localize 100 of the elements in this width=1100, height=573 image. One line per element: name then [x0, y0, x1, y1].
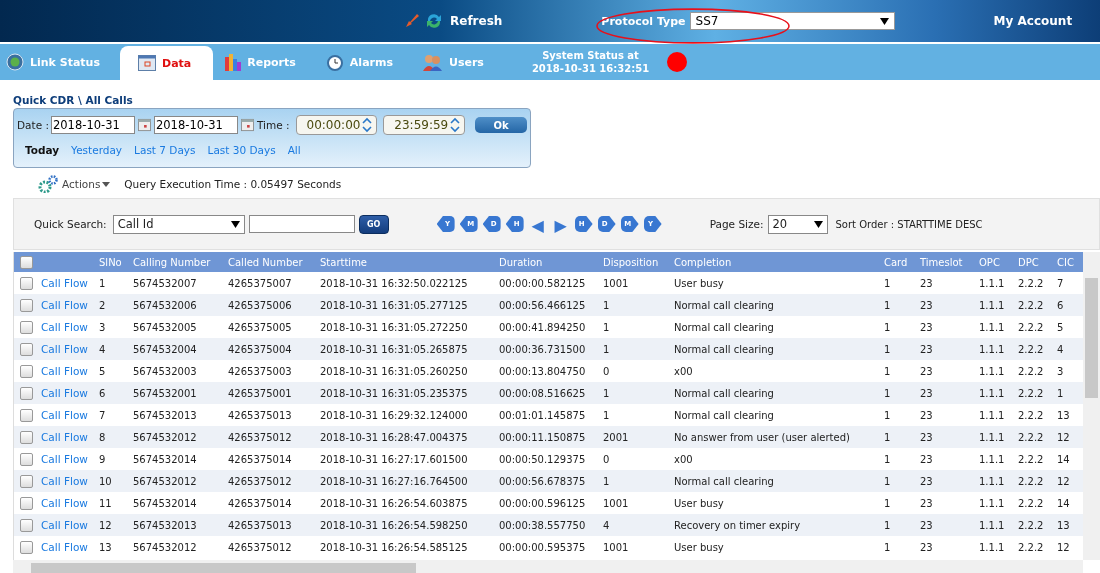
- search-field-dropdown[interactable]: Call Id: [112, 214, 245, 234]
- checkbox[interactable]: [20, 386, 33, 400]
- refresh-link[interactable]: Refresh: [450, 14, 503, 28]
- table-cell-text: 00:00:38.557750: [498, 519, 587, 531]
- column-header[interactable]: Starttime: [317, 256, 496, 268]
- table-cell-text: 2018-10-31 16:27:16.764500: [319, 475, 469, 487]
- column-header[interactable]: Card: [881, 256, 917, 268]
- checkbox[interactable]: [20, 408, 33, 422]
- checkbox[interactable]: [20, 342, 33, 356]
- checkbox[interactable]: [20, 474, 33, 488]
- table-cell-text: 1: [883, 453, 892, 465]
- call-flow-link[interactable]: Call Flow: [38, 387, 96, 399]
- pager-button[interactable]: ▶: [551, 216, 570, 232]
- caret-icon: [102, 181, 111, 187]
- table-cell-text: 23: [919, 343, 934, 355]
- checkbox[interactable]: [20, 298, 33, 312]
- table-cell-text: 6: [98, 387, 107, 399]
- column-header[interactable]: CIC: [1054, 256, 1082, 268]
- checkbox[interactable]: [20, 320, 33, 334]
- my-account-link[interactable]: My Account: [993, 14, 1073, 28]
- date-field[interactable]: 2018-10-31: [153, 116, 238, 134]
- table-cell-text: 1: [602, 475, 611, 487]
- column-header[interactable]: Calling Number: [130, 256, 225, 268]
- horizontal-scrollbar[interactable]: [13, 560, 1083, 573]
- call-flow-link[interactable]: Call Flow: [38, 475, 96, 487]
- checkbox[interactable]: [20, 364, 33, 378]
- call-flow-link[interactable]: Call Flow: [38, 299, 96, 311]
- table-cell-text: 1: [602, 343, 611, 355]
- calendar-icon[interactable]: [138, 118, 151, 132]
- nav-tab[interactable]: Users: [421, 46, 498, 78]
- protocol-dropdown[interactable]: SS7: [689, 12, 895, 30]
- table-cell-text: Recovery on timer expiry: [673, 519, 802, 531]
- date-field[interactable]: 2018-10-31: [51, 116, 135, 134]
- table-cell-text: 1: [883, 497, 892, 509]
- time-field[interactable]: 00:00:00: [295, 115, 378, 135]
- table-cell-text: 2.2.2: [1017, 497, 1045, 509]
- call-flow-link[interactable]: Call Flow: [38, 277, 96, 289]
- column-header[interactable]: SlNo: [96, 256, 130, 268]
- checkbox[interactable]: [20, 540, 33, 554]
- spinner-arrows-icon[interactable]: [450, 117, 461, 133]
- table-cell-text: 1: [883, 387, 892, 399]
- column-header[interactable]: Disposition: [600, 256, 671, 268]
- checkbox[interactable]: [20, 518, 33, 532]
- column-header[interactable]: Called Number: [225, 256, 317, 268]
- table-cell-text: 11: [98, 497, 113, 509]
- table-cell-text: 2.2.2: [1017, 453, 1045, 465]
- table-cell-text: 23: [919, 409, 934, 421]
- table-cell-text: 00:00:11.150875: [498, 431, 587, 443]
- table-cell-text: 13: [98, 541, 113, 553]
- checkbox[interactable]: [20, 496, 33, 510]
- search-input[interactable]: [248, 215, 355, 233]
- column-header[interactable]: OPC: [976, 256, 1015, 268]
- go-button[interactable]: GO: [358, 214, 389, 234]
- call-flow-link[interactable]: Call Flow: [38, 431, 96, 443]
- sort-order-text: Sort Order : STARTTIME DESC: [835, 218, 983, 230]
- calendar-icon[interactable]: [240, 118, 254, 132]
- call-flow-link[interactable]: Call Flow: [38, 365, 96, 377]
- date-range-link[interactable]: Last 30 Days: [207, 144, 276, 156]
- call-flow-link[interactable]: Call Flow: [38, 343, 96, 355]
- checkbox[interactable]: [20, 276, 33, 290]
- time-field[interactable]: 23:59:59: [383, 115, 466, 135]
- column-header[interactable]: DPC: [1015, 256, 1054, 268]
- checkbox[interactable]: [20, 255, 33, 269]
- refresh-icon[interactable]: [425, 12, 443, 30]
- call-flow-link[interactable]: Call Flow: [38, 409, 96, 421]
- clock-icon: [325, 53, 344, 71]
- date-range-link[interactable]: Yesterday: [71, 144, 123, 156]
- pager-button[interactable]: ◀: [528, 216, 547, 232]
- table-cell-text: Normal call clearing: [673, 387, 775, 399]
- vertical-scrollbar[interactable]: [1083, 252, 1100, 560]
- checkbox[interactable]: [20, 452, 33, 466]
- column-header[interactable]: Completion: [671, 256, 881, 268]
- checkbox[interactable]: [20, 430, 33, 444]
- ok-button[interactable]: Ok: [475, 117, 527, 133]
- date-range-link[interactable]: Today: [25, 144, 60, 156]
- table-cell-text: 5674532014: [132, 497, 198, 509]
- nav-tab[interactable]: Alarms: [323, 46, 407, 78]
- table-cell-text: 1.1.1: [978, 409, 1006, 421]
- nav-tab[interactable]: Data: [120, 46, 214, 80]
- column-header[interactable]: Timeslot: [917, 256, 976, 268]
- table-cell-text: 12: [98, 519, 113, 531]
- table-cell-text: 13: [1056, 409, 1071, 421]
- table-cell-text: 4: [1056, 343, 1065, 355]
- nav-tab[interactable]: Reports: [223, 46, 310, 78]
- call-flow-link[interactable]: Call Flow: [38, 453, 96, 465]
- table-cell-text: User busy: [673, 497, 725, 509]
- date-range-link[interactable]: All: [287, 144, 301, 156]
- table-cell-text: 1: [602, 387, 611, 399]
- call-flow-link[interactable]: Call Flow: [38, 321, 96, 333]
- column-header[interactable]: Duration: [496, 256, 600, 268]
- table-cell-text: 4265375003: [227, 365, 293, 377]
- call-flow-link[interactable]: Call Flow: [38, 497, 96, 509]
- call-flow-link[interactable]: Call Flow: [38, 541, 96, 553]
- call-flow-link[interactable]: Call Flow: [38, 519, 96, 531]
- spinner-arrows-icon[interactable]: [362, 117, 373, 133]
- table-cell-text: 12: [1056, 541, 1071, 553]
- actions-menu[interactable]: Actions: [38, 175, 111, 193]
- date-range-link[interactable]: Last 7 Days: [134, 144, 196, 156]
- nav-tab[interactable]: Link Status: [4, 46, 114, 78]
- page-size-dropdown[interactable]: 20: [767, 214, 828, 234]
